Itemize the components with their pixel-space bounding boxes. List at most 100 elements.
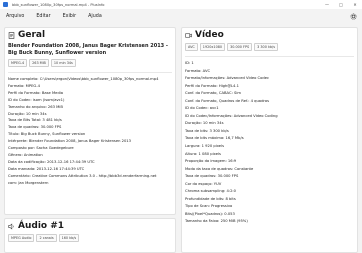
- info-row: Formato/InformaçõesAdvanced Video Codec: [185, 75, 354, 83]
- info-row: Duração10 min 34s: [8, 111, 172, 118]
- row-label: Perfil do Formato: [185, 84, 219, 88]
- info-row: ID1: [185, 60, 354, 68]
- video-header: Vídeo: [182, 28, 357, 42]
- row-label: ID do Codec: [8, 98, 33, 102]
- row-label: Modo da taxa de quadros: [185, 167, 234, 171]
- video-panel: Vídeo AVC 1920x1080 30.000 FPS 3 300 kb/…: [181, 27, 358, 253]
- row-value: isom (isom/avc1): [32, 97, 65, 102]
- info-row: ID do Codecisom (isom/avc1): [8, 97, 172, 104]
- menu-ajuda[interactable]: Ajuda: [88, 14, 102, 19]
- format-badge: MPEG-4: [8, 59, 28, 67]
- info-row: TítuloBig Buck Bunny, Sunflower version: [8, 131, 172, 138]
- gear-icon[interactable]: [350, 13, 357, 20]
- row-label: Perfil do Formato: [8, 91, 42, 95]
- row-label: Conf. do Formato, Quadros de Ref.: [185, 99, 251, 103]
- info-row: Taxa de quadros30.000 FPS: [185, 173, 354, 181]
- row-value: AVC: [202, 68, 211, 73]
- info-row: ID do Codec/InformaçõesAdvanced Video Co…: [185, 113, 354, 121]
- general-title: Geral: [18, 30, 46, 40]
- row-label: Conf. do Formato, CABAC: [185, 91, 234, 95]
- row-label: Taxa de Bits Total: [8, 118, 42, 122]
- general-panel: Geral Blender Foundation 2008, Janus Bag…: [4, 27, 176, 215]
- row-label: Taxa de quadros: [185, 174, 218, 178]
- general-header: Geral: [5, 28, 175, 42]
- info-row: Tamanho da Faixa250 MiB (95%): [185, 218, 354, 226]
- video-bitrate-badge: 3 300 kb/s: [254, 43, 278, 51]
- info-row: Tamanho do arquivo263 MiB: [8, 104, 172, 111]
- info-row: ID do Codecavc1: [185, 105, 354, 113]
- info-row: Taxa de bits máxima16,7 Mb/s: [185, 135, 354, 143]
- row-value: C:\Users\ergon\Videos\bbb_sunflower_1080…: [39, 77, 159, 81]
- info-row: Data da codificação2013-12-16 17:44:39 U…: [8, 159, 172, 166]
- divider: [185, 56, 354, 57]
- row-value: 1: [191, 61, 194, 65]
- info-row: Nome completoC:\Users\ergon\Videos\bbb_s…: [8, 76, 172, 83]
- row-value: High@L4.1: [218, 83, 239, 88]
- row-label: Formato: [8, 84, 26, 88]
- row-value: Jan Morgenstern: [18, 180, 49, 185]
- row-value: 3 481 kb/s: [42, 118, 62, 123]
- audio-title: Áudio #1: [18, 221, 65, 231]
- video-title: Vídeo: [195, 30, 224, 40]
- info-row: Profundidade de bits8 bits: [185, 196, 354, 204]
- audio-panel: Áudio #1 MPEG Audio 2 canais 160 kb/s: [4, 218, 176, 253]
- row-value: Sacha Goedegebure: [36, 146, 74, 151]
- row-label: Cor do espaço: [185, 182, 214, 186]
- general-badges: MPEG-4 263 MiB 10 min 34s: [5, 58, 175, 70]
- row-label: Taxa de bits: [185, 129, 209, 133]
- info-row: Bits/(Pixel*Quadros)0.053: [185, 211, 354, 219]
- info-row: Perfil do FormatoBase Media: [8, 90, 172, 97]
- maximize-button[interactable]: □: [334, 0, 348, 9]
- window-controls: — □ ✕: [320, 0, 362, 9]
- menu-exibir[interactable]: Exibir: [63, 14, 77, 19]
- row-value: 250 MiB (95%): [220, 219, 248, 224]
- row-value: 4:2:0: [226, 189, 237, 194]
- audio-format-badge: MPEG Audio: [8, 234, 35, 242]
- info-row: ComentárioCreative Commons Attribution 3…: [8, 173, 172, 180]
- info-row: GêneroAnimation: [8, 152, 172, 159]
- file-name: Blender Foundation 2008, Janus Bager Kri…: [8, 43, 168, 56]
- row-label: Tipo de Scan: [185, 204, 211, 208]
- close-button[interactable]: ✕: [348, 0, 362, 9]
- divider: [8, 72, 172, 73]
- window-title: bbb_sunflower_1080p_30fps_normal.mp4 - P…: [12, 2, 105, 7]
- video-rows: ID1 FormatoAVC Formato/InformaçõesAdvanc…: [182, 59, 357, 227]
- row-label: Intérprete: [8, 139, 29, 143]
- row-value: Creative Commons Attribution 3.0 - http:…: [31, 173, 157, 178]
- info-row: comJan Morgenstern: [8, 180, 172, 187]
- row-value: 30.000 FPS: [40, 125, 62, 130]
- info-row: Modo da taxa de quadrosConstante: [185, 166, 354, 174]
- info-row: Duração10 min 34s: [185, 120, 354, 128]
- minimize-button[interactable]: —: [320, 0, 334, 9]
- row-label: Altura: [185, 152, 199, 156]
- row-label: Tamanho do arquivo: [8, 105, 48, 109]
- menu-bar: Arquivo Editar Exibir Ajuda: [0, 10, 362, 23]
- row-label: Nome completo: [8, 77, 40, 81]
- app-icon: [3, 2, 8, 7]
- row-value: 0.053: [224, 211, 235, 216]
- info-row: Taxa de quadros30.000 FPS: [8, 124, 172, 131]
- row-value: 10 min 34s: [202, 121, 224, 126]
- info-row: Composto porSacha Goedegebure: [8, 145, 172, 152]
- video-camera-icon: [185, 32, 192, 38]
- row-label: Duração: [8, 112, 26, 116]
- row-value: Big Buck Bunny, Sunflower version: [20, 132, 86, 137]
- row-value: Blender Foundation 2008, Janus Bager Kri…: [28, 139, 132, 144]
- info-row: Data marcada2013-12-16 17:44:39 UTC: [8, 166, 172, 173]
- video-resolution-badge: 1920x1080: [199, 43, 226, 51]
- title-bar: bbb_sunflower_1080p_30fps_normal.mp4 - P…: [0, 0, 362, 9]
- row-value: 1 920 pixels: [201, 144, 225, 149]
- info-row: Chroma subsampling4:2:0: [185, 188, 354, 196]
- row-label: Formato: [185, 69, 203, 73]
- row-value: avc1: [209, 106, 219, 111]
- menu-arquivo[interactable]: Arquivo: [6, 14, 24, 19]
- row-value: 16,7 Mb/s: [225, 136, 244, 141]
- info-row: Cor do espaçoYUV: [185, 181, 354, 189]
- info-row: Conf. do Formato, CABACSim: [185, 90, 354, 98]
- row-label: ID do Codec/Informações: [185, 114, 234, 118]
- row-label: Chroma subsampling: [185, 189, 227, 193]
- menu-editar[interactable]: Editar: [36, 14, 50, 19]
- row-value: 10 min 34s: [25, 111, 47, 116]
- info-row: Largura1 920 pixels: [185, 143, 354, 151]
- row-label: Data marcada: [8, 167, 37, 171]
